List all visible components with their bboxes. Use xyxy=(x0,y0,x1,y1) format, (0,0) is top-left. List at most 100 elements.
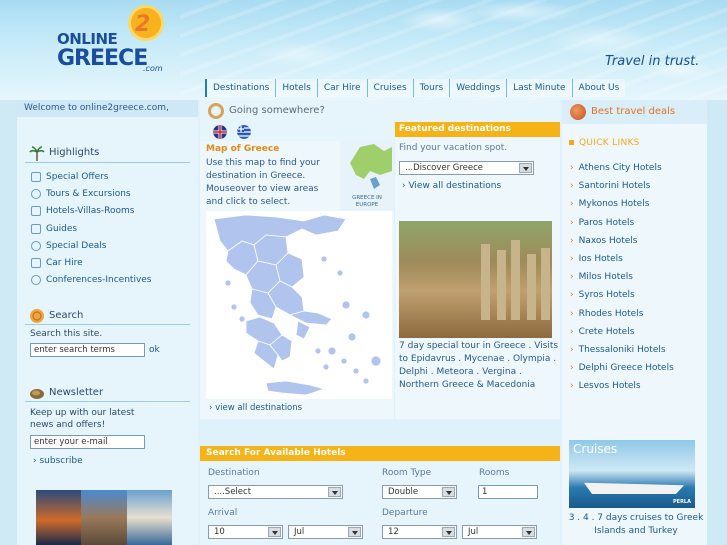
highlights-list: Special Offers Tours & Excursions Hotels… xyxy=(31,168,152,289)
destination-value: ....Select xyxy=(214,487,252,497)
discover-greece-select[interactable]: ...Discover Greece xyxy=(399,161,534,175)
departure-month-select[interactable]: Jul xyxy=(462,525,537,539)
nav-weddings[interactable]: Weddings xyxy=(449,79,507,97)
rooms-input[interactable]: 1 xyxy=(478,485,538,499)
quick-link[interactable]: Syros Hotels xyxy=(570,290,674,308)
quick-link[interactable]: Crete Hotels xyxy=(570,327,674,345)
cruise-logo: PERLA xyxy=(673,499,691,505)
highlight-guides[interactable]: Guides xyxy=(31,220,152,237)
quick-link[interactable]: Lesvos Hotels xyxy=(570,381,674,399)
view-all-map-label: view all destinations xyxy=(215,403,303,413)
highlight-tours[interactable]: Tours & Excursions xyxy=(31,185,152,202)
people-icon xyxy=(31,240,41,251)
destination-label: Destination xyxy=(208,468,260,478)
uk-flag-icon[interactable] xyxy=(213,125,227,139)
quick-link[interactable]: Athens City Hotels xyxy=(570,163,674,181)
departure-day-select[interactable]: 12 xyxy=(382,525,457,539)
quick-link[interactable]: Naxos Hotels xyxy=(570,236,674,254)
subscribe-label: subscribe xyxy=(39,456,83,466)
subscribe-link[interactable]: › subscribe xyxy=(33,456,83,466)
tagline: Travel in trust. xyxy=(605,54,700,69)
box-icon xyxy=(31,171,41,182)
going-label: Going somewhere? xyxy=(229,105,325,116)
departure-day-value: 12 xyxy=(388,527,399,537)
arrival-month-value: Jul xyxy=(294,527,305,537)
cruise-caption[interactable]: 3 . 4 . 7 days cruises to Greek Islands … xyxy=(566,512,706,538)
arrival-day-select[interactable]: 10 xyxy=(208,525,283,539)
list-item: Car Hire xyxy=(46,258,83,269)
nav-cruises[interactable]: Cruises xyxy=(366,79,413,97)
featured-description[interactable]: 7 day special tour in Greece . Visits to… xyxy=(399,340,559,392)
highlight-car-hire[interactable]: Car Hire xyxy=(31,254,152,271)
highlight-special-offers[interactable]: Special Offers xyxy=(31,168,152,185)
quick-link[interactable]: Santorini Hotels xyxy=(570,181,674,199)
nav-tours[interactable]: Tours xyxy=(412,79,450,97)
arrival-label: Arrival xyxy=(208,508,238,518)
quick-link[interactable]: Ios Hotels xyxy=(570,254,674,272)
featured-view-all-link[interactable]: › View all destinations xyxy=(402,181,501,191)
list-item: Conferences-Incentives xyxy=(46,275,152,286)
monastery-photo xyxy=(81,490,127,545)
highlight-hotels[interactable]: Hotels-Villas-Rooms xyxy=(31,203,152,220)
rooms-label: Rooms xyxy=(479,468,510,478)
quick-link[interactable]: Milos Hotels xyxy=(570,272,674,290)
greek-flag-icon[interactable] xyxy=(237,125,251,139)
chevron-down-icon xyxy=(442,487,455,497)
column xyxy=(527,254,536,320)
view-all-destinations-map-link[interactable]: › view all destinations xyxy=(209,403,302,413)
logo-domain: .com xyxy=(143,64,163,73)
column xyxy=(541,248,550,320)
chevron-down-icon xyxy=(268,527,281,537)
cruise-banner[interactable]: Cruises PERLA xyxy=(569,440,695,508)
divider xyxy=(25,401,190,402)
shell-icon xyxy=(570,104,586,120)
photo-strip xyxy=(36,490,172,545)
welcome-text: Welcome to online2greece.com, xyxy=(17,100,198,117)
list-item: Hotels-Villas-Rooms xyxy=(46,206,135,217)
featured-find-text: Find your vacation spot. xyxy=(399,143,508,153)
globe-icon xyxy=(31,275,41,286)
highlight-conferences[interactable]: Conferences-Incentives xyxy=(31,272,152,289)
quick-link[interactable]: Paros Hotels xyxy=(570,218,674,236)
mail-shell-icon xyxy=(30,389,44,399)
cruise-ship-image xyxy=(584,482,684,494)
quick-link[interactable]: Thessaloniki Hotels xyxy=(570,345,674,363)
quick-links-title: QUICK LINKS xyxy=(569,138,640,148)
search-ok-button[interactable]: ok xyxy=(149,345,160,355)
departure-label: Departure xyxy=(382,508,428,518)
map-description: Use this map to find your destination in… xyxy=(206,158,320,207)
greece-regions-map[interactable] xyxy=(206,211,392,399)
quick-link[interactable]: Mykonos Hotels xyxy=(570,199,674,217)
nav-about-us[interactable]: About Us xyxy=(571,79,626,97)
nav-car-hire[interactable]: Car Hire xyxy=(316,79,367,97)
nav-hotels[interactable]: Hotels xyxy=(275,79,317,97)
greece-map[interactable] xyxy=(206,211,392,399)
cruise-title: Cruises xyxy=(573,442,618,456)
europe-map-icon xyxy=(350,144,392,189)
quick-link[interactable]: Rhodes Hotels xyxy=(570,309,674,327)
featured-tour-photo[interactable] xyxy=(399,221,552,338)
right-strip xyxy=(707,100,727,545)
village-photo xyxy=(126,490,172,545)
best-travel-deals-bar: Best travel deals xyxy=(562,100,707,124)
heart-icon xyxy=(31,188,41,199)
email-field[interactable]: enter your e-mail xyxy=(30,435,145,449)
room-type-select[interactable]: Double xyxy=(382,485,457,499)
list-item: Special Deals xyxy=(46,240,107,251)
departure-month-value: Jul xyxy=(468,527,479,537)
nav-destinations[interactable]: Destinations xyxy=(205,79,276,97)
quick-link[interactable]: Delphi Greece Hotels xyxy=(570,363,674,381)
check-icon xyxy=(31,223,41,234)
arrival-month-select[interactable]: Jul xyxy=(288,525,363,539)
nav-last-minute[interactable]: Last Minute xyxy=(506,79,572,97)
highlight-special-deals[interactable]: Special Deals xyxy=(31,237,152,254)
destination-select[interactable]: ....Select xyxy=(208,485,343,499)
chevron-down-icon xyxy=(442,527,455,537)
chevron-down-icon xyxy=(348,527,361,537)
shell-icon xyxy=(30,309,44,323)
search-input[interactable]: enter search terms xyxy=(30,343,145,357)
right-column: Best travel deals QUICK LINKS Athens Cit… xyxy=(562,100,707,545)
main-nav: Destinations Hotels Car Hire Cruises Tou… xyxy=(205,79,626,97)
site-logo[interactable]: 2 ONLINE GREECE .com xyxy=(57,8,182,76)
room-type-label: Room Type xyxy=(382,468,432,478)
